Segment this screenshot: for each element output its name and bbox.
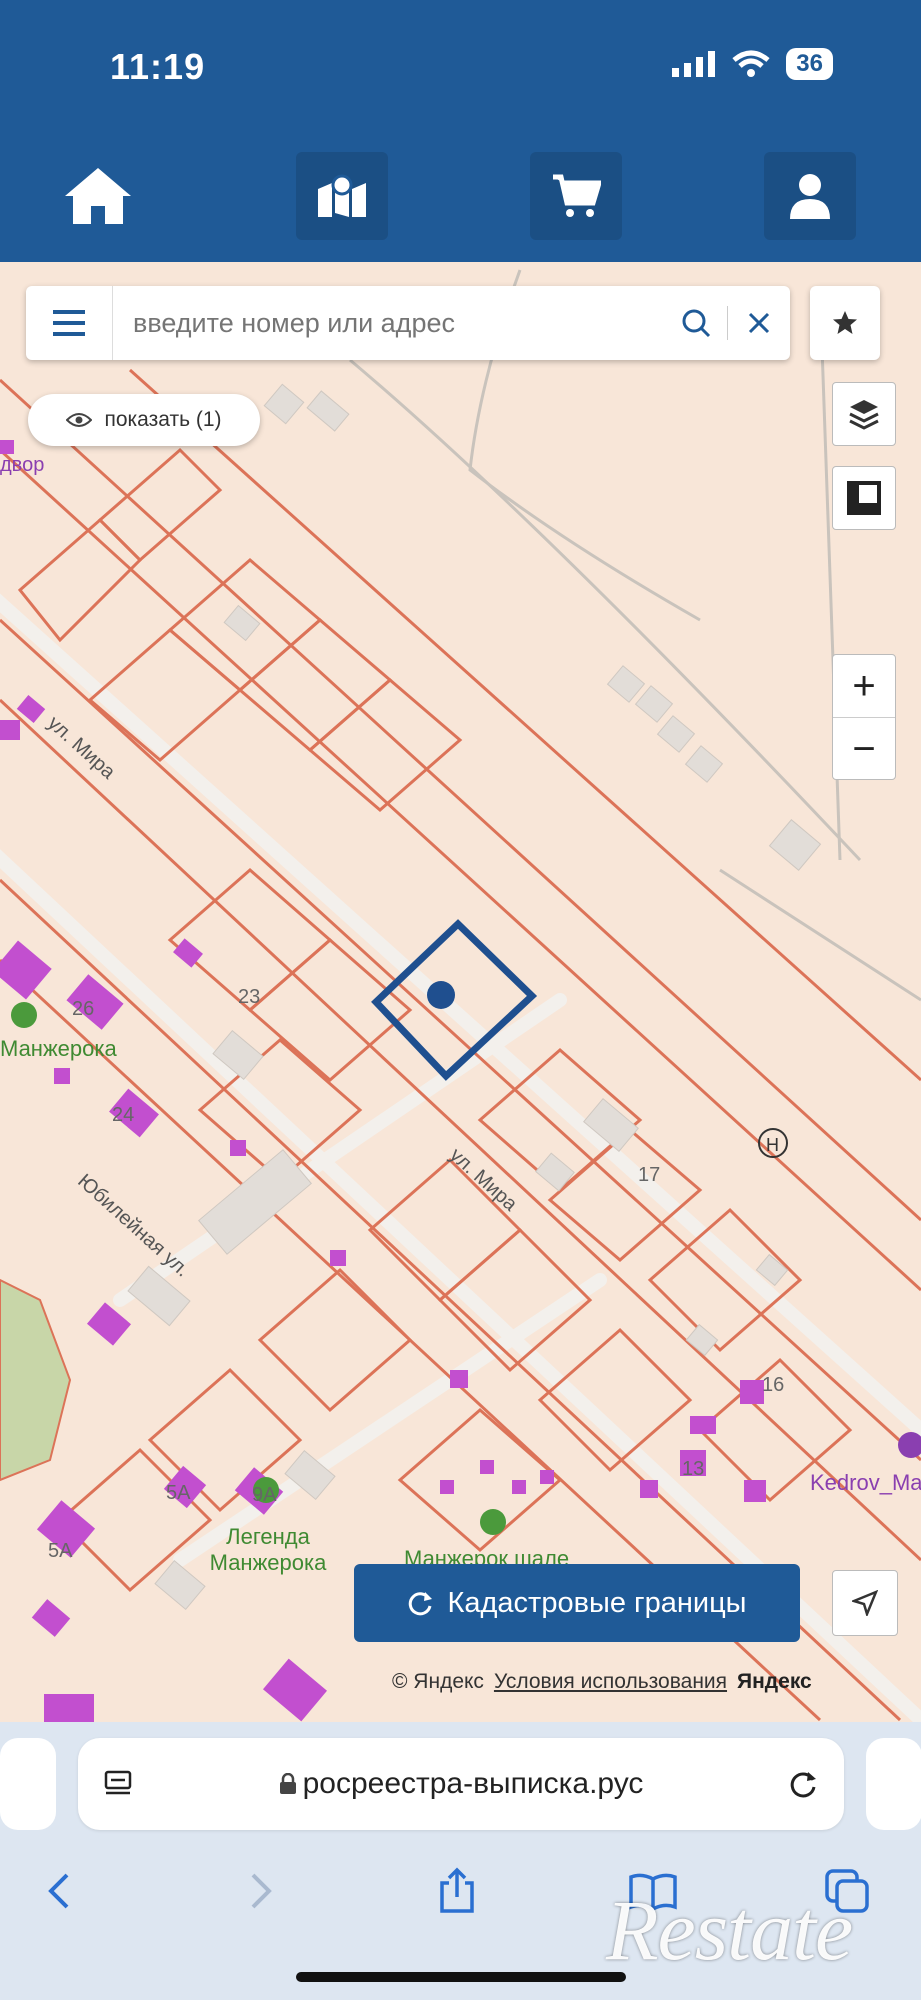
close-icon [748,312,770,334]
cadastral-borders-button[interactable]: Кадастровые границы [354,1564,800,1642]
home-indicator [296,1972,626,1982]
house-number: 23 [238,986,261,1008]
layers-icon [849,400,879,430]
star-icon [833,311,857,334]
reload-button[interactable] [764,1769,844,1799]
share-icon [440,1867,474,1913]
poi-label[interactable]: двор [0,454,44,477]
ruler-icon [847,481,881,515]
zoom-control: + − [832,654,896,780]
search-button[interactable] [665,286,727,360]
poi-label[interactable]: Манжерока [0,1036,117,1062]
search-icon [682,309,711,338]
poi-label[interactable]: Kedrov_Ma [810,1470,921,1496]
house-number: 5А [48,1540,73,1562]
reader-icon [104,1770,132,1795]
refresh-icon [409,1592,433,1616]
address-bar[interactable]: росреестра-выписка.рус [78,1738,844,1830]
favorite-button[interactable] [810,286,880,360]
show-label: показать (1) [104,408,222,431]
reload-icon [790,1772,816,1798]
clear-button[interactable] [728,286,790,360]
forward-button[interactable] [226,1856,296,1926]
svg-text:Н: Н [766,1135,779,1155]
next-tab-peek[interactable] [866,1738,921,1830]
my-location-button[interactable] [832,1570,898,1636]
yandex-logo: Яндекс [737,1670,812,1693]
url-value: росреестра-выписка.рус [302,1767,644,1800]
eye-icon [66,413,93,427]
share-button[interactable] [422,1856,492,1926]
house-number: 9А [252,1484,277,1506]
menu-icon [53,310,85,336]
house-number: 16 [762,1374,785,1396]
ruler-button[interactable] [832,466,896,530]
layers-button[interactable] [832,382,896,446]
map-canvas: Н [0,269,921,1722]
zoom-out-button[interactable]: − [833,717,895,780]
lock-icon [279,1772,296,1794]
show-button[interactable]: показать (1) [28,394,260,446]
terms-link[interactable]: Условия использования [494,1670,727,1694]
user-icon [790,174,830,219]
cart-button[interactable] [530,152,622,240]
copyright-text: © Яндекс [392,1670,484,1693]
zoom-in-button[interactable]: + [833,655,895,717]
map-button[interactable] [296,152,388,240]
status-time: 11:19 [110,46,206,87]
house-number: 17 [638,1164,661,1186]
search-bar [26,286,790,360]
house-number: 5А [166,1482,191,1504]
house-number: 26 [72,998,95,1020]
profile-button[interactable] [764,152,856,240]
cadastral-borders-label: Кадастровые границы [447,1586,747,1619]
url-text: росреестра-выписка.рус [158,1767,764,1801]
signal-icon [672,51,716,77]
chevron-right-icon [251,1873,272,1909]
map-pin-icon [318,174,366,217]
location-arrow-icon [852,1590,878,1616]
search-input[interactable] [113,306,665,340]
wifi-icon [732,50,770,77]
prev-tab-peek[interactable] [0,1738,56,1830]
house-number: 24 [112,1104,135,1126]
home-button[interactable] [52,152,144,240]
restate-watermark: Restate [606,1882,853,1978]
status-icons: 36 [672,48,833,80]
menu-button[interactable] [26,286,113,360]
house-number: 13 [682,1458,705,1480]
cadastral-map[interactable]: Н ул. Мира ул. Мира Юбилейная ул. 23 26 … [0,262,921,1722]
map-attribution: © Яндекс Условия использования Яндекс [392,1670,812,1694]
back-button[interactable] [24,1856,94,1926]
cart-icon [553,174,601,217]
battery-level: 36 [786,48,833,80]
chevron-left-icon [48,1873,69,1909]
parcel-marker[interactable] [427,981,455,1009]
reader-button[interactable] [78,1769,158,1799]
home-icon [65,168,131,224]
poi-label[interactable]: Легенда Манжерока [198,1524,338,1576]
